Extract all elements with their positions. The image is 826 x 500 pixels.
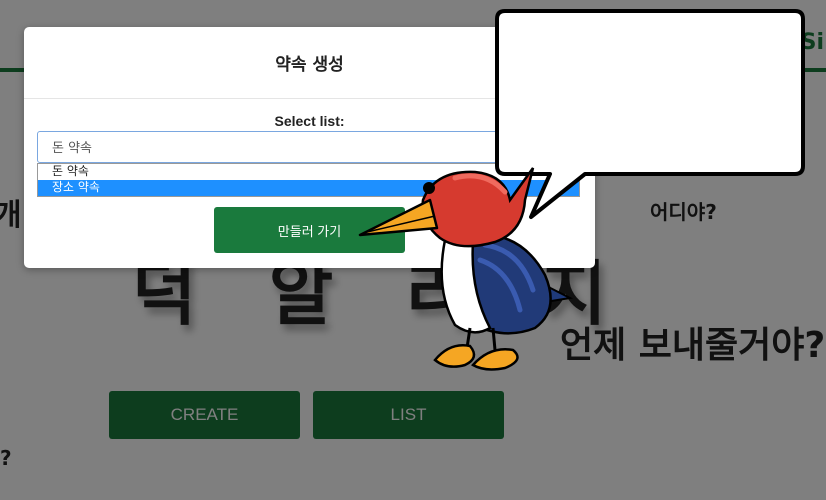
woodpecker-mascot-icon	[358, 167, 574, 371]
select-current-value: 돈 약속	[52, 141, 93, 156]
modal-title: 약속 생성	[275, 55, 344, 75]
